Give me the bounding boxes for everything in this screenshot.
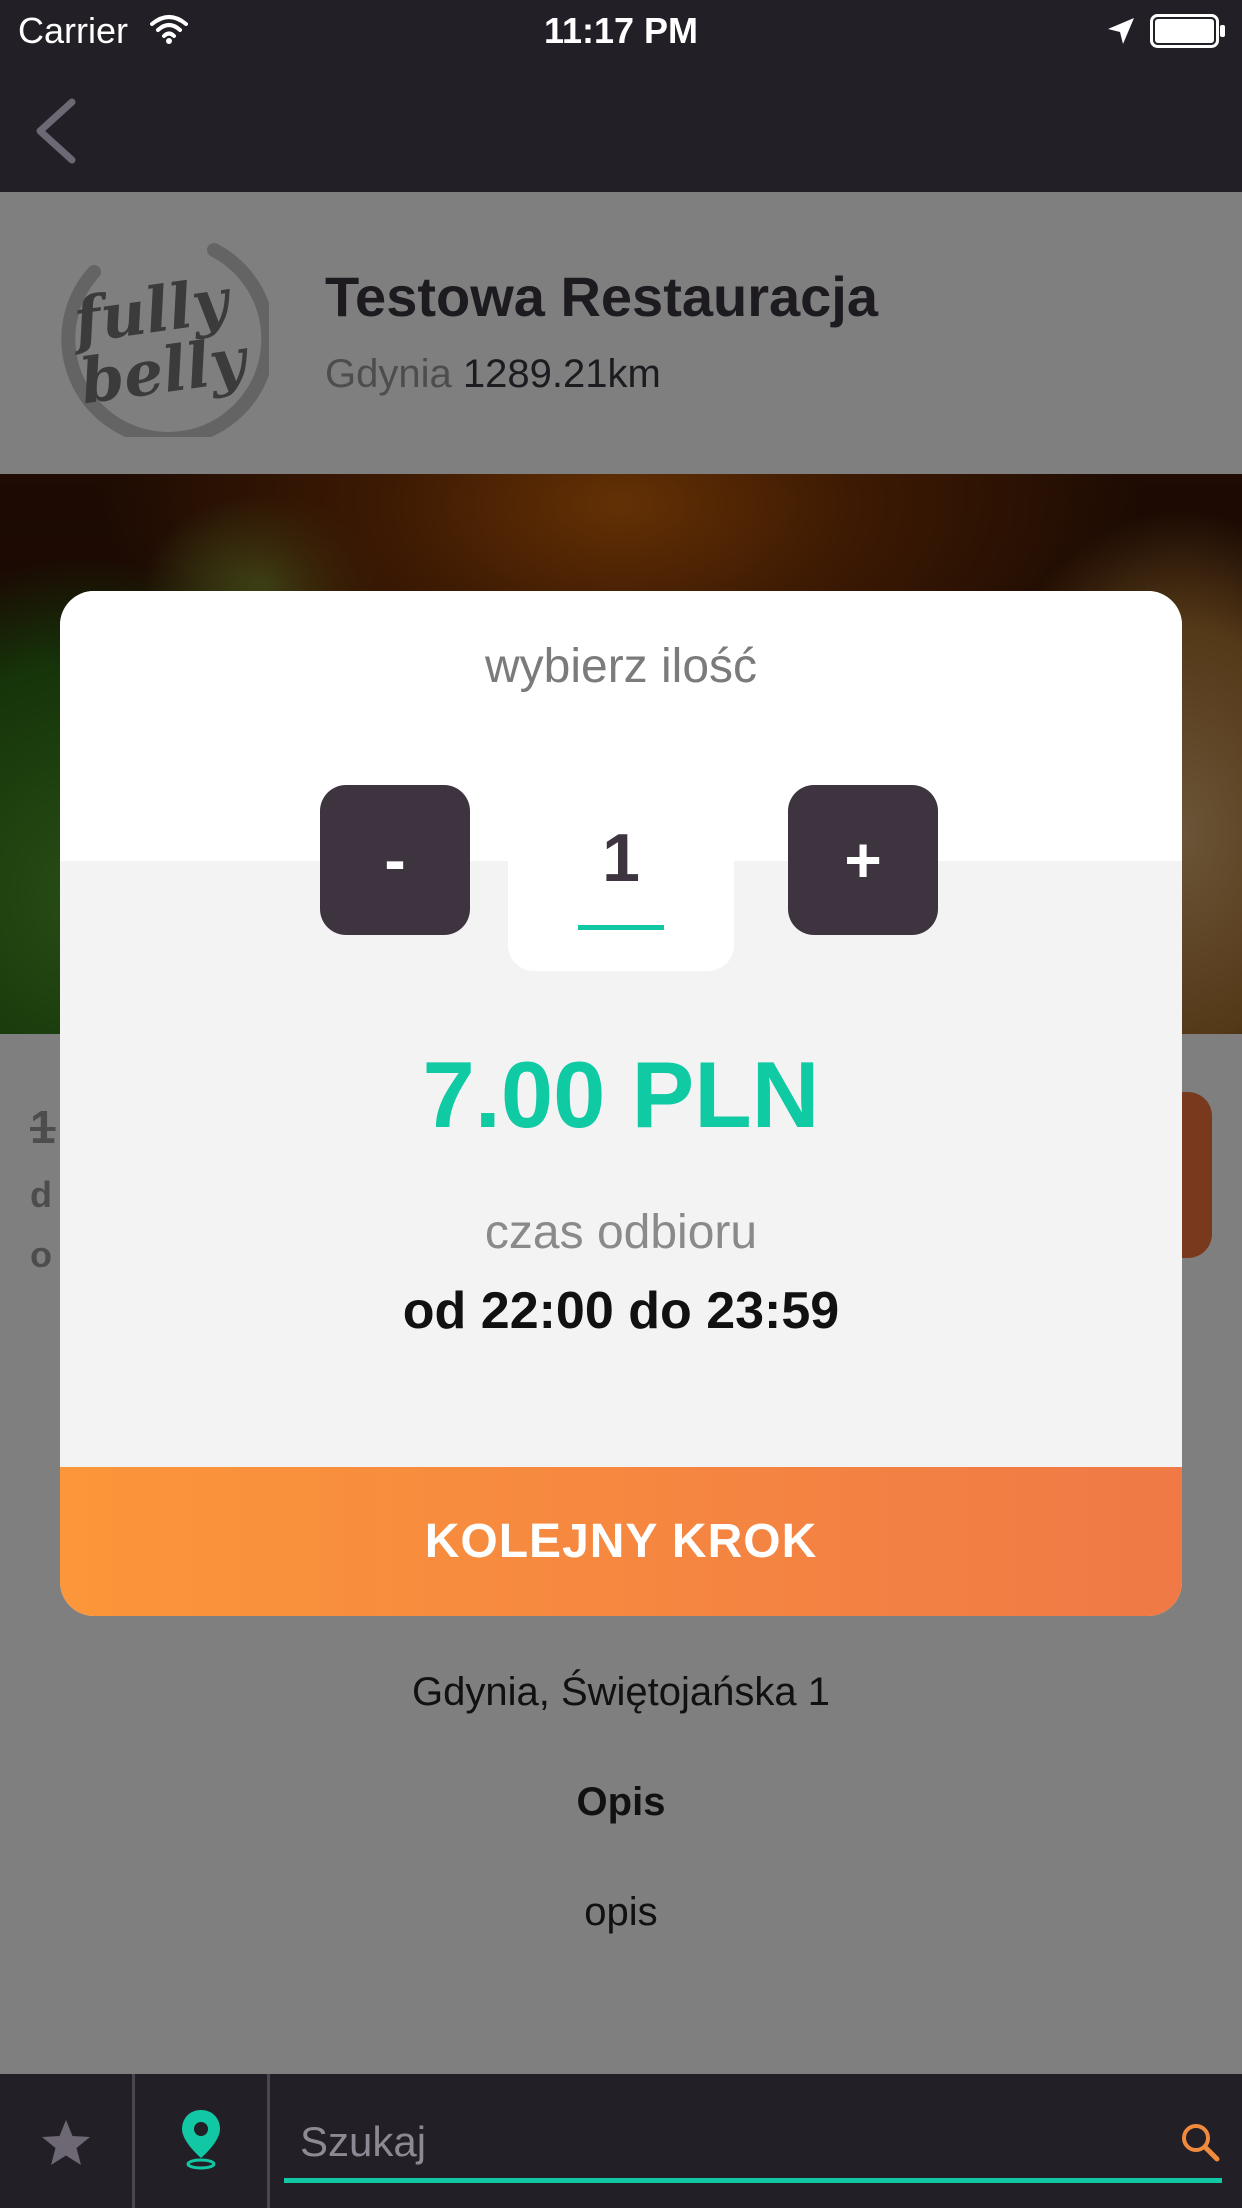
total-price: 7.00 PLN [422,1042,820,1147]
increase-quantity-button[interactable]: + [788,785,938,935]
quantity-underline [578,925,664,930]
star-icon [42,2120,90,2165]
status-time: 11:17 PM [543,10,699,51]
location-arrow-icon [1108,18,1134,44]
nav-bar [0,60,1242,192]
quantity-modal: wybierz ilość - 1 + 7.00 PLN czas odbior… [60,591,1182,1616]
search-input[interactable] [300,2114,1160,2170]
search-icon[interactable] [1180,2122,1220,2162]
chevron-left-icon[interactable] [30,96,80,166]
map-tab[interactable] [135,2074,267,2208]
status-bar: Carrier 11:17 PM [0,0,1242,60]
favorites-tab[interactable] [0,2074,132,2208]
pickup-time: od 22:00 do 23:59 [402,1282,840,1340]
next-step-button[interactable]: KOLEJNY KROK [60,1467,1182,1616]
quantity-field[interactable]: 1 [508,785,734,971]
quantity-value: 1 [602,820,640,896]
pickup-label: czas odbioru [484,1206,758,1259]
tab-divider [267,2074,270,2208]
next-step-label: KOLEJNY KROK [424,1515,818,1568]
bottom-bar [0,2074,1242,2208]
modal-title: wybierz ilość [484,640,758,693]
search-underline [284,2178,1222,2183]
map-pin-icon [182,2110,220,2170]
battery-icon [1150,14,1225,48]
decrease-quantity-button[interactable]: - [320,785,470,935]
